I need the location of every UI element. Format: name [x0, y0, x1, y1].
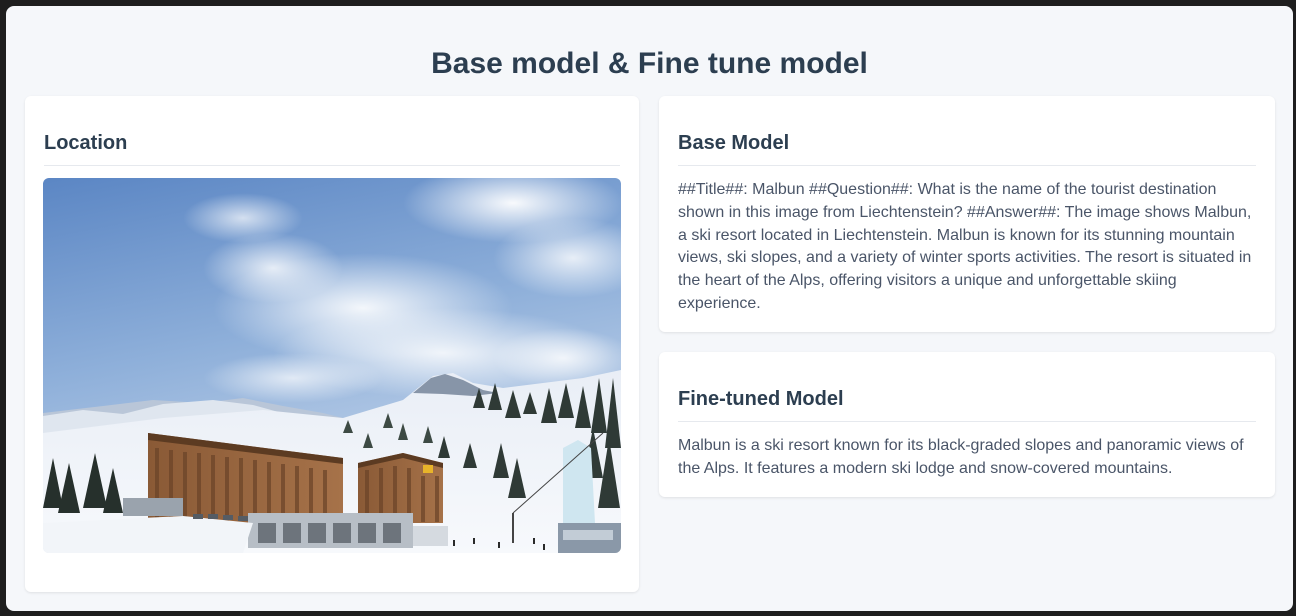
base-model-heading: Base Model	[678, 132, 1256, 166]
app-window: Base model & Fine tune model Location Ba…	[6, 6, 1293, 611]
base-model-output: ##Title##: Malbun ##Question##: What is …	[678, 181, 1252, 312]
location-photo	[43, 178, 621, 553]
base-model-card: Base Model ##Title##: Malbun ##Question#…	[659, 96, 1275, 332]
location-heading: Location	[44, 132, 620, 166]
fine-tuned-model-card: Fine-tuned Model Malbun is a ski resort …	[659, 352, 1275, 497]
fine-tuned-model-output: Malbun is a ski resort known for its bla…	[678, 437, 1244, 477]
location-card: Location	[25, 96, 639, 592]
page-title: Base model & Fine tune model	[431, 47, 868, 80]
fine-tuned-model-heading: Fine-tuned Model	[678, 388, 1256, 422]
